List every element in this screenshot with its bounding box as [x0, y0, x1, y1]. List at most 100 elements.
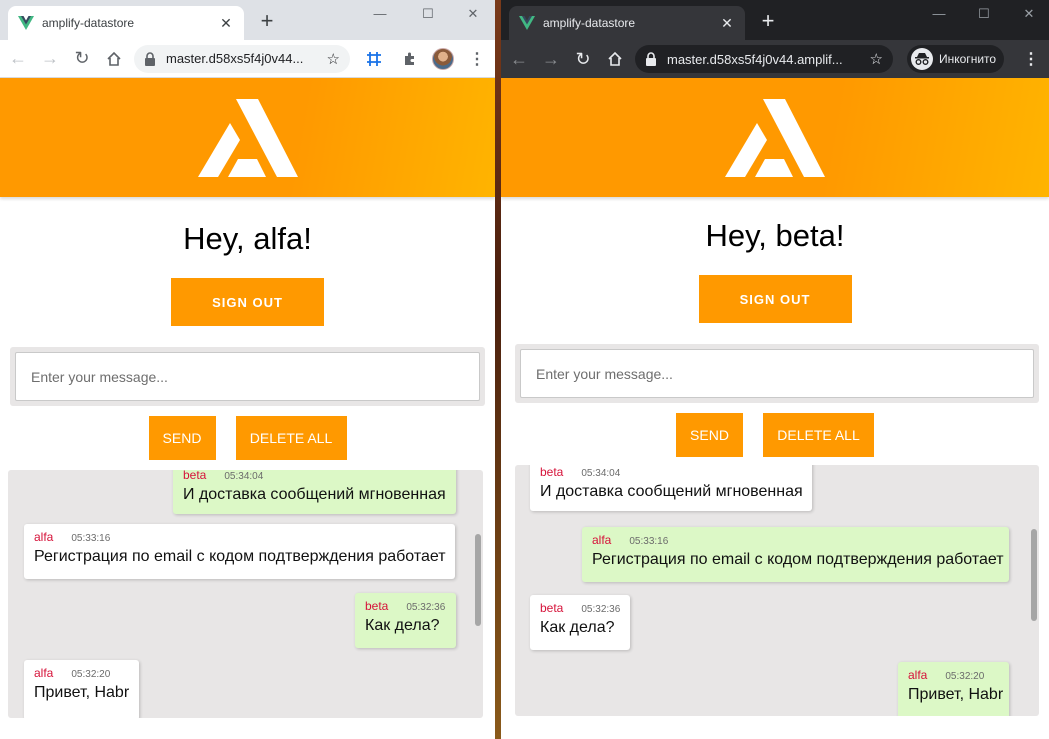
- message-time: 05:33:16: [629, 536, 669, 547]
- menu-dots-icon[interactable]: ⋮: [1023, 49, 1039, 69]
- browser-toolbar: ← → ↻ master.d58xs5f4j0v44.amplif... ☆ И…: [501, 40, 1049, 78]
- url-text: master.d58xs5f4j0v44.amplif...: [667, 51, 843, 67]
- message-text: Привет, Habr: [34, 684, 130, 701]
- address-bar[interactable]: master.d58xs5f4j0v44... ☆: [134, 44, 350, 73]
- message-text: Привет, Habr: [908, 686, 1004, 703]
- minimize-button[interactable]: —: [362, 4, 398, 24]
- close-window-button[interactable]: ✕: [1011, 4, 1047, 24]
- message-author: beta: [540, 465, 564, 479]
- amplify-logo-icon: [197, 98, 298, 177]
- message-input-container: [515, 344, 1039, 403]
- message-time: 05:32:20: [945, 671, 985, 682]
- tab-close-icon[interactable]: ✕: [218, 15, 234, 32]
- home-icon[interactable]: [601, 45, 629, 73]
- browser-toolbar: ← → ↻ master.d58xs5f4j0v44... ☆ ⋮: [0, 40, 495, 78]
- sign-out-button[interactable]: SIGN OUT: [698, 275, 852, 323]
- incognito-label: Инкогнито: [939, 52, 997, 66]
- sign-out-button[interactable]: SIGN OUT: [171, 278, 324, 326]
- maximize-button[interactable]: ☐: [966, 4, 1002, 24]
- action-buttons: SEND DELETE ALL: [501, 413, 1049, 457]
- browser-window-beta: amplify-datastore ✕ + — ☐ ✕ ← → ↻ master…: [501, 0, 1049, 739]
- message-time: 05:33:16: [71, 533, 111, 544]
- message-author: beta: [365, 599, 389, 613]
- vue-logo-icon: [519, 16, 535, 30]
- close-window-button[interactable]: ✕: [455, 4, 491, 24]
- message-time: 05:32:36: [581, 604, 621, 615]
- header-banner: [501, 78, 1049, 197]
- home-icon[interactable]: [100, 45, 128, 73]
- message-author: beta: [183, 470, 207, 482]
- menu-dots-icon[interactable]: ⋮: [469, 49, 485, 69]
- send-button[interactable]: SEND: [676, 413, 743, 457]
- message-text: И доставка сообщений мгновенная: [540, 483, 803, 500]
- forward-arrow-icon[interactable]: →: [537, 45, 565, 73]
- forward-arrow-icon[interactable]: →: [36, 45, 64, 73]
- new-tab-button[interactable]: +: [256, 10, 278, 32]
- message-author: alfa: [34, 666, 54, 680]
- tab-title: amplify-datastore: [543, 16, 636, 30]
- message-bubble: alfa 05:32:20 Привет, Habr: [898, 662, 1009, 716]
- desktop: amplify-datastore ✕ + — ☐ ✕ ← → ↻ master…: [0, 0, 1049, 739]
- message-text: Как дела?: [365, 617, 440, 634]
- feed-scrollbar[interactable]: [475, 534, 481, 626]
- message-bubble: beta 05:34:04 И доставка сообщений мгнове…: [173, 470, 456, 514]
- message-feed[interactable]: beta 05:34:04 И доставка сообщений мгнове…: [8, 470, 483, 718]
- extension-grid-icon[interactable]: [362, 47, 386, 71]
- message-bubble: beta 05:32:36 Как дела?: [355, 593, 456, 648]
- message-bubble: alfa 05:33:16 Регистрация по email с кодо…: [582, 527, 1009, 582]
- url-text: master.d58xs5f4j0v44...: [166, 51, 304, 66]
- message-bubble: beta 05:34:04 И доставка сообщений мгнове…: [530, 465, 812, 511]
- browser-tab[interactable]: amplify-datastore ✕: [8, 6, 244, 40]
- bookmark-star-icon[interactable]: ☆: [870, 50, 883, 68]
- message-text: Как дела?: [540, 619, 615, 636]
- reload-icon[interactable]: ↻: [569, 45, 597, 73]
- message-feed[interactable]: beta 05:34:04 И доставка сообщений мгнове…: [515, 465, 1039, 716]
- tab-title: amplify-datastore: [42, 16, 135, 30]
- back-arrow-icon[interactable]: ←: [4, 45, 32, 73]
- address-bar[interactable]: master.d58xs5f4j0v44.amplif... ☆: [635, 45, 893, 73]
- message-bubble: alfa 05:32:20 Привет, Habr: [24, 660, 139, 718]
- greeting-heading: Hey, alfa!: [183, 221, 312, 256]
- message-input[interactable]: [15, 352, 480, 401]
- message-text: Регистрация по email с кодом подтвержден…: [34, 548, 446, 565]
- feed-scrollbar[interactable]: [1031, 529, 1037, 621]
- message-time: 05:34:04: [581, 468, 621, 479]
- tab-close-icon[interactable]: ✕: [719, 15, 735, 32]
- message-input[interactable]: [520, 349, 1034, 398]
- message-author: alfa: [34, 530, 54, 544]
- greeting-heading: Hey, beta!: [705, 218, 845, 253]
- extensions-puzzle-icon[interactable]: [398, 47, 422, 71]
- incognito-indicator[interactable]: Инкогнито: [907, 45, 1005, 73]
- bookmark-star-icon[interactable]: ☆: [327, 50, 340, 68]
- profile-avatar[interactable]: [432, 47, 454, 70]
- message-bubble: alfa 05:33:16 Регистрация по email с кодо…: [24, 524, 455, 579]
- maximize-button[interactable]: ☐: [410, 4, 446, 24]
- message-author: alfa: [908, 668, 928, 682]
- tab-strip: amplify-datastore ✕ + — ☐ ✕: [501, 0, 1049, 40]
- message-time: 05:32:20: [71, 669, 111, 680]
- message-time: 05:34:04: [224, 471, 264, 482]
- header-banner: [0, 78, 495, 197]
- action-buttons: SEND DELETE ALL: [0, 416, 495, 460]
- minimize-button[interactable]: —: [921, 4, 957, 24]
- delete-all-button[interactable]: DELETE ALL: [235, 416, 347, 460]
- new-tab-button[interactable]: +: [757, 10, 779, 32]
- message-author: alfa: [592, 533, 612, 547]
- back-arrow-icon[interactable]: ←: [505, 45, 533, 73]
- lock-icon: [646, 52, 656, 66]
- delete-all-button[interactable]: DELETE ALL: [763, 413, 874, 457]
- message-text: Регистрация по email с кодом подтвержден…: [592, 551, 1004, 568]
- message-text: И доставка сообщений мгновенная: [183, 486, 446, 503]
- amplify-logo-icon: [725, 98, 825, 177]
- lock-icon: [145, 51, 155, 66]
- app-page: Hey, alfa! SIGN OUT SEND DELETE ALL beta…: [0, 78, 495, 739]
- browser-window-alfa: amplify-datastore ✕ + — ☐ ✕ ← → ↻ master…: [0, 0, 495, 739]
- browser-tab[interactable]: amplify-datastore ✕: [509, 6, 745, 40]
- reload-icon[interactable]: ↻: [68, 45, 96, 73]
- send-button[interactable]: SEND: [148, 416, 216, 460]
- tab-strip: amplify-datastore ✕ + — ☐ ✕: [0, 0, 495, 40]
- message-input-container: [10, 347, 485, 406]
- app-page: Hey, beta! SIGN OUT SEND DELETE ALL beta…: [501, 78, 1049, 739]
- vue-logo-icon: [18, 16, 34, 30]
- message-author: beta: [540, 601, 564, 615]
